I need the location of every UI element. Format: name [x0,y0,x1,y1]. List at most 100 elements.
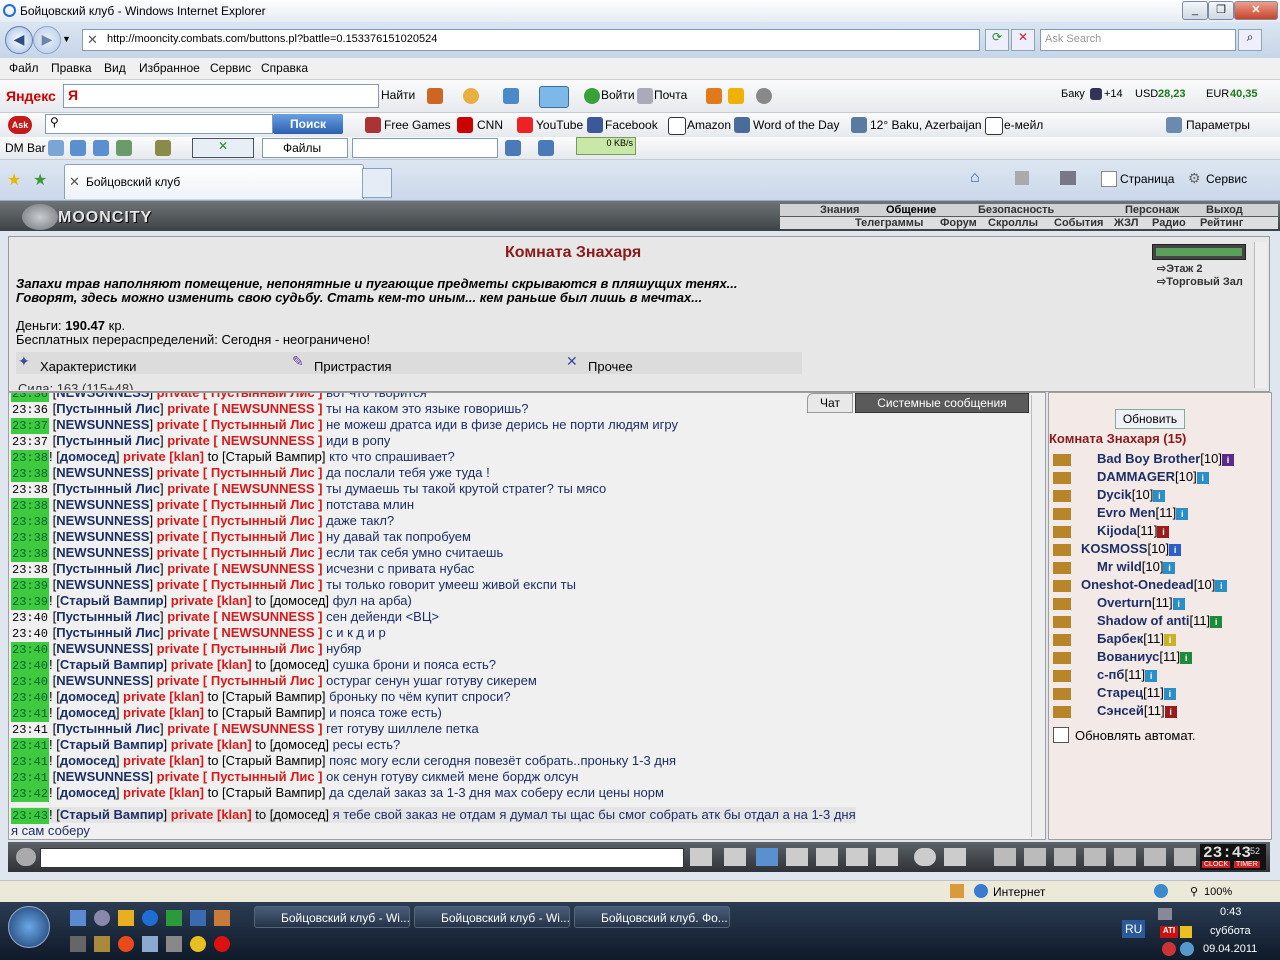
ask-search-button[interactable]: Поиск [273,114,343,134]
player-name[interactable]: Oneshot-Onedead [1081,577,1194,592]
player-info-icon[interactable]: i [1163,687,1176,700]
dm-copy-icon[interactable] [93,140,109,156]
chat-nick[interactable]: NEWSUNNESS [56,497,149,512]
private-message-icon[interactable] [1053,525,1071,538]
yandex-search-input[interactable]: Я [63,84,379,108]
address-field[interactable]: ✕ http://mooncity.combats.com/buttons.pl… [82,29,980,51]
ql-opera-icon[interactable] [214,936,230,952]
chat-nick[interactable]: Пустынный Лис [56,481,160,496]
ql-media-icon[interactable] [94,910,110,926]
chat-nick[interactable]: NEWSUNNESS [56,641,149,656]
taskbar-button-2[interactable]: Бойцовский клуб - Wi... [414,906,570,928]
tab-fight-club[interactable]: ✕ Бойцовский клуб [64,164,364,199]
search-icon[interactable]: ⌕ [1238,29,1262,51]
add-favorite-icon[interactable]: ★ [33,170,47,190]
system-messages-tab[interactable]: Системные сообщения [855,393,1029,413]
chat-nick[interactable]: домосед [60,705,116,720]
favorites-star-icon[interactable]: ★ [7,170,21,190]
private-message-icon[interactable] [1053,687,1071,700]
private-message-icon[interactable] [1053,489,1071,502]
player-name[interactable]: Evro Men [1097,505,1156,520]
private-message-icon[interactable] [1053,597,1071,610]
link-word-of-day[interactable]: Word of the Day [753,118,839,132]
player-info-icon[interactable]: i [1164,705,1177,718]
ql-chat-icon[interactable] [142,936,158,952]
chat-nick[interactable]: Старый Вампир [60,657,164,672]
private-message-icon[interactable] [1053,561,1071,574]
chat-input[interactable] [40,848,684,868]
translit-icon[interactable] [846,848,868,866]
stop-icon[interactable]: ✕ [1011,29,1035,51]
player-name[interactable]: Shadow of anti [1097,613,1189,628]
nav-forum[interactable]: Форум [940,217,977,229]
nav-scrolls[interactable]: Скроллы [988,217,1038,229]
player-name[interactable]: DAMMAGER [1097,469,1175,484]
forward-icon[interactable]: ▶ [33,26,61,54]
private-message-icon[interactable] [1053,705,1071,718]
maximize-button[interactable]: ❐ [1208,1,1234,20]
send-icon[interactable] [690,848,712,866]
tool-icon-5[interactable] [1114,848,1136,866]
player-name[interactable]: Mr wild [1097,559,1142,574]
player-info-icon[interactable]: i [1169,543,1182,556]
chat-bubble-icon[interactable] [463,88,479,104]
ql-word-icon[interactable] [190,910,206,926]
private-message-icon[interactable] [1053,579,1071,592]
ql-film-icon[interactable] [70,936,86,952]
print-icon[interactable] [1060,171,1076,185]
ql-at-icon[interactable] [118,936,134,952]
back-icon[interactable]: ◀ [5,26,33,54]
player-info-icon[interactable]: i [1215,579,1228,592]
player-name[interactable]: Dycik [1097,487,1132,502]
tray-ati-icon[interactable]: ATI [1160,926,1178,938]
player-name[interactable]: Вованиус [1097,649,1159,664]
player-info-icon[interactable]: i [1172,597,1185,610]
dm-files-select[interactable]: Файлы [262,138,348,158]
private-message-icon[interactable] [1053,471,1071,484]
player-name[interactable]: Сэнсей [1097,703,1144,718]
minimize-button[interactable]: _ [1182,1,1208,20]
chat-nick[interactable]: домосед [60,785,116,800]
chat-nick[interactable]: NEWSUNNESS [56,529,149,544]
nav-knowledge[interactable]: Знания [820,204,859,216]
chat-nick[interactable]: домосед [60,449,116,464]
chat-nick[interactable]: Пустынный Лис [56,721,160,736]
tool-icon-1[interactable] [994,848,1016,866]
chat-nick[interactable]: домосед [60,753,116,768]
exit-icon[interactable] [1174,848,1196,866]
service-menu-button[interactable]: Сервис [1206,172,1247,186]
taskbar-button-1[interactable]: Бойцовский клуб - Wi... [254,906,410,928]
tool-icon-2[interactable] [1024,848,1046,866]
private-message-icon[interactable] [1053,543,1071,556]
link-free-games[interactable]: Free Games [384,118,451,132]
dm-download-icon[interactable] [538,140,554,156]
menu-tools[interactable]: Сервис [210,61,251,75]
nav-rating[interactable]: Рейтинг [1200,217,1243,229]
player-info-icon[interactable]: i [1196,471,1209,484]
player-info-icon[interactable]: i [1163,561,1176,574]
ask-params-button[interactable]: Параметры [1186,118,1250,132]
close-button[interactable]: ✕ [1234,1,1278,20]
dm-schedule-icon[interactable] [155,140,171,156]
nav-telegrams[interactable]: Телеграммы [855,217,923,229]
player-name[interactable]: с-пб [1097,667,1124,682]
zoom-level[interactable]: 100% [1204,886,1232,898]
link-email[interactable]: e-мейл [1004,118,1043,132]
player-info-icon[interactable]: i [1157,525,1170,538]
chat-nick[interactable]: NEWSUNNESS [56,465,149,480]
tool-icon-3[interactable] [1054,848,1076,866]
feeds-icon[interactable] [1015,171,1029,185]
chat-nick[interactable]: NEWSUNNESS [56,545,149,560]
ql-h-icon[interactable] [166,910,182,926]
ql-pen-icon[interactable] [166,936,182,952]
player-info-icon[interactable]: i [1153,489,1166,502]
player-name[interactable]: Kijoda [1097,523,1137,538]
ql-ie-icon[interactable] [142,910,158,926]
private-message-icon[interactable] [1053,669,1071,682]
yandex-mail-button[interactable]: Почта [654,88,687,102]
tool-icon-6[interactable] [1144,848,1166,866]
chat-nick[interactable]: Старый Вампир [60,737,164,752]
player-name[interactable]: Барбек [1097,631,1143,646]
private-message-icon[interactable] [1053,507,1071,520]
refresh-icon[interactable]: ⟳ [985,29,1009,51]
